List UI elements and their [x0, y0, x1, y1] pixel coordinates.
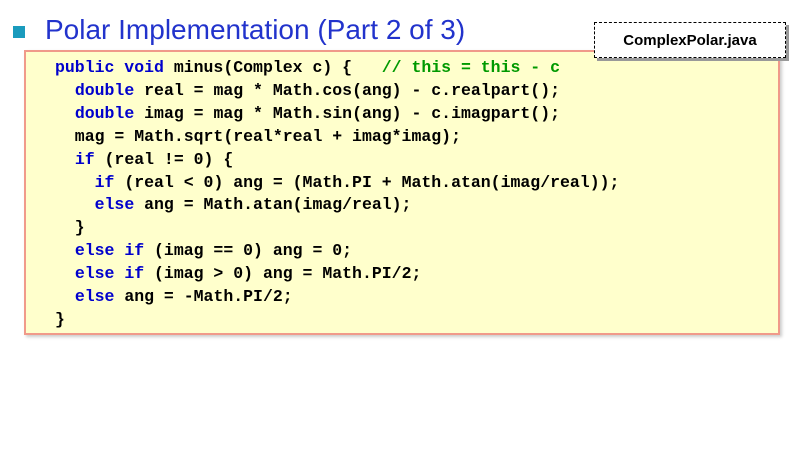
code-line: if (real != 0) { [55, 149, 619, 172]
code-text: (real < 0) ang = (Math.PI + Math.atan(im… [114, 172, 620, 192]
code-text: } [55, 309, 65, 329]
code-line: if (real < 0) ang = (Math.PI + Math.atan… [55, 172, 620, 195]
code-keyword: double [74, 103, 135, 123]
code-text: mag = Math.sqrt(real*real + imag*imag); [55, 126, 461, 146]
code-text: (real != 0) { [94, 149, 234, 169]
code-text: ang = -Math.PI/2; [114, 287, 293, 307]
code-line: else ang = -Math.PI/2; [55, 286, 619, 309]
code-keyword: else [74, 287, 115, 307]
code-text: real = mag * Math.cos(ang) - c.realpart(… [134, 80, 561, 100]
code-line: double real = mag * Math.cos(ang) - c.re… [55, 80, 619, 103]
code-keyword: double [74, 80, 135, 100]
code-keyword: else [94, 195, 135, 215]
bullet-square-icon [13, 26, 25, 38]
code-block: public void minus(Complex c) { // this =… [55, 57, 619, 332]
code-keyword: if [74, 149, 95, 169]
code-line: else if (imag > 0) ang = Math.PI/2; [55, 263, 619, 286]
code-keyword: if [94, 172, 115, 192]
code-keyword: else if [74, 264, 145, 284]
code-line: mag = Math.sqrt(real*real + imag*imag); [55, 126, 619, 149]
code-keyword: public void [55, 58, 164, 77]
code-line: double imag = mag * Math.sin(ang) - c.im… [55, 103, 619, 126]
code-text: (imag > 0) ang = Math.PI/2; [144, 264, 422, 284]
slide-title: Polar Implementation (Part 2 of 3) [45, 14, 466, 45]
filename-label: ComplexPolar.java [594, 22, 786, 58]
code-line: } [55, 217, 619, 240]
code-text: } [55, 218, 85, 238]
code-keyword: else if [74, 241, 145, 261]
code-line: else if (imag == 0) ang = 0; [55, 240, 619, 263]
code-comment: // this = this - c [381, 58, 560, 77]
code-text: minus(Complex c) { [163, 58, 382, 77]
code-text: imag = mag * Math.sin(ang) - c.imagpart(… [134, 103, 561, 123]
code-line: } [55, 309, 619, 332]
code-text: ang = Math.atan(imag/real); [134, 195, 412, 215]
code-line: else ang = Math.atan(imag/real); [55, 194, 619, 217]
code-text: (imag == 0) ang = 0; [144, 241, 353, 261]
code-line: public void minus(Complex c) { // this =… [55, 57, 619, 80]
